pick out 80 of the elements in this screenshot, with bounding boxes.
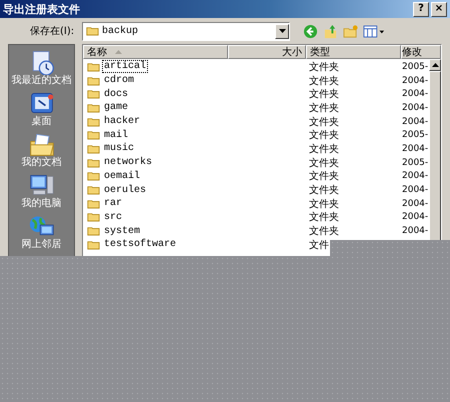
- sort-arrow-icon: [115, 50, 122, 54]
- file-name[interactable]: system: [102, 224, 142, 238]
- file-type: 文件: [309, 238, 329, 252]
- file-name[interactable]: docs: [102, 88, 130, 101]
- folder-icon: [87, 76, 100, 86]
- folder-icon: [86, 26, 99, 36]
- file-type: 文件夹: [309, 60, 339, 74]
- folder-icon: [87, 158, 100, 168]
- file-name[interactable]: testsoftware: [102, 238, 178, 252]
- file-type: 文件夹: [309, 102, 339, 115]
- computer-icon: [28, 172, 56, 198]
- caret-icon: [278, 29, 286, 33]
- file-type: 文件夹: [309, 142, 339, 156]
- folder-icon: [87, 185, 100, 196]
- folder-icon: [87, 212, 100, 222]
- modified-date: 2005-: [402, 158, 428, 168]
- column-header[interactable]: 修改: [401, 45, 441, 59]
- file-type: 文件夹: [309, 198, 339, 211]
- file-name[interactable]: oerules: [102, 184, 148, 197]
- file-name[interactable]: mail: [102, 128, 130, 142]
- file-name[interactable]: cdrom: [102, 74, 136, 88]
- file-type: 文件夹: [309, 170, 339, 184]
- scroll-up-button[interactable]: [429, 59, 441, 71]
- window-title: 导出注册表文件: [3, 2, 80, 16]
- place-item[interactable]: 我的电脑: [22, 172, 62, 210]
- modified-date: 2004-: [402, 226, 428, 236]
- modified-date: 2005-: [402, 62, 428, 72]
- place-item[interactable]: 我最近的文档: [12, 49, 72, 87]
- modified-date: 2004-: [402, 185, 428, 196]
- modified-date: 2004-: [402, 212, 428, 222]
- file-name[interactable]: rar: [102, 197, 124, 210]
- modified-date: 2004-: [402, 198, 428, 209]
- file-name[interactable]: artical: [102, 60, 148, 74]
- location-value: backup: [102, 26, 140, 36]
- file-name[interactable]: music: [102, 142, 136, 156]
- file-type: 文件夹: [309, 210, 339, 224]
- folder-icon: [87, 171, 100, 182]
- folder-icon: [87, 62, 100, 72]
- file-type: 文件夹: [309, 74, 339, 88]
- place-item[interactable]: 网上邻居: [22, 213, 62, 251]
- modified-date: 2004-: [402, 89, 428, 100]
- modified-date: 2005-: [402, 130, 428, 140]
- folder-icon: [87, 102, 100, 113]
- save-in-label: 保存在(I):: [30, 25, 76, 38]
- folder-icon: [87, 226, 100, 236]
- file-name[interactable]: game: [102, 101, 130, 114]
- folder-icon: [87, 130, 100, 140]
- folder-icon: [87, 240, 100, 250]
- documents-icon: [28, 131, 56, 157]
- column-header[interactable]: 名称: [83, 45, 228, 59]
- file-name[interactable]: hacker: [102, 115, 142, 128]
- file-name[interactable]: networks: [102, 156, 154, 170]
- file-name[interactable]: oemail: [102, 170, 142, 183]
- folder-icon: [87, 198, 100, 209]
- file-type: 文件夹: [309, 128, 339, 142]
- close-button[interactable]: ×: [431, 2, 447, 16]
- view-menu-icon[interactable]: [363, 24, 385, 38]
- place-item[interactable]: 我的文档: [22, 131, 62, 169]
- file-type: 文件夹: [309, 116, 339, 129]
- modified-date: 2004-: [402, 76, 428, 86]
- location-dropdown[interactable]: backup: [82, 22, 290, 40]
- file-type: 文件夹: [309, 156, 339, 170]
- folder-icon: [87, 89, 100, 100]
- column-header[interactable]: 大小: [228, 45, 306, 59]
- dropdown-button[interactable]: [275, 24, 289, 38]
- file-name[interactable]: src: [102, 210, 124, 224]
- file-type: 文件夹: [309, 224, 339, 238]
- file-type: 文件夹: [309, 88, 339, 102]
- column-header[interactable]: 类型: [306, 45, 401, 59]
- help-button[interactable]: ?: [413, 2, 429, 16]
- folder-icon: [87, 116, 100, 127]
- modified-date: 2004-: [402, 116, 428, 127]
- folder-icon: [87, 144, 100, 154]
- back-icon[interactable]: [303, 24, 318, 38]
- modified-date: 2004-: [402, 102, 428, 113]
- modified-date: 2004-: [402, 144, 428, 154]
- file-type: 文件夹: [309, 184, 339, 198]
- modified-date: 2004-: [402, 171, 428, 182]
- place-item[interactable]: 桌面: [28, 90, 56, 128]
- up-arrow-icon: [432, 63, 438, 67]
